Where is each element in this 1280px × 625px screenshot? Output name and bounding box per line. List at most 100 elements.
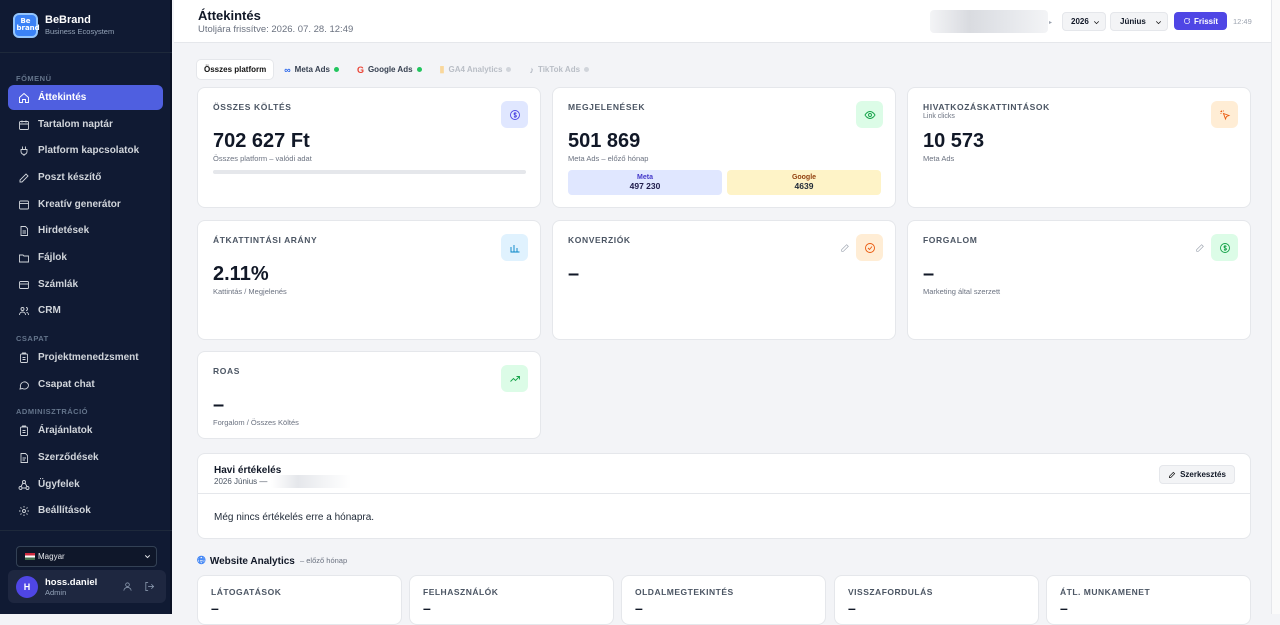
card-value: 501 869 [568,130,641,152]
spend-card: ÖSSZES KÖLTÉS 702 627 Ft Összes platform… [197,87,541,208]
chevron-down-icon [144,555,151,559]
edit-review-button[interactable]: Szerkesztés [1159,465,1235,484]
google-impressions-box: Google 4639 [727,170,881,195]
metric-card-visits: LÁTOGATÁSOK – [197,575,402,625]
sidebar-item-fajlok[interactable]: Fájlok [8,245,163,270]
tab-ga4-analytics[interactable]: ▮ GA4 Analytics [433,60,519,79]
tab-meta-ads[interactable]: ∞ Meta Ads [277,60,346,79]
sidebar-item-szerzodesek[interactable]: Szerződések [8,445,163,470]
metric-label: VISSZAFORDULÁS [848,587,933,597]
sidebar-item-projektmenedzsment[interactable]: Projektmenedzsment [8,345,163,370]
sidebar-item-csapat-chat[interactable]: Csapat chat [8,372,163,397]
card-label: MEGJELENÉSEK [568,102,646,112]
language-select[interactable]: Magyar [16,546,157,567]
metric-label: FELHASZNÁLÓK [423,587,499,597]
sidebar-item-label: Számlák [38,279,79,290]
blurred-client-name [271,475,351,488]
split-value: 4639 [794,180,814,191]
bar-chart-icon [501,234,528,261]
brand-name: BeBrand [45,14,91,26]
sidebar-item-label: Áttekintés [38,92,87,103]
website-title-text: Website Analytics [209,555,295,567]
chevron-down-icon [1155,21,1162,25]
logout-icon[interactable] [144,581,155,592]
language-value: Magyar [38,552,65,561]
metric-card-bounce: VISSZAFORDULÁS – [834,575,1039,625]
sidebar-item-ugyfelek[interactable]: Ügyfelek [8,472,163,497]
tab-all-platforms[interactable]: Összes platform [197,60,274,79]
meta-impressions-box: Meta 497 230 [568,170,722,195]
revenue-card: FORGALOM – Marketing által szerzett [907,220,1251,340]
user-role: Admin [45,587,67,597]
edit-icon[interactable] [840,243,850,253]
sidebar-item-platform-kapcsolatok[interactable]: Platform kapcsolatok [8,138,163,163]
year-value: 2026 [1071,17,1089,26]
ctr-card: ÁTKATTINTÁSI ARÁNY 2.11% Kattintás / Meg… [197,220,541,340]
chevron-down-icon [1093,21,1100,25]
website-analytics-subtitle: – előző hónap [300,556,348,565]
impressions-card: MEGJELENÉSEK 501 869 Meta Ads – előző hó… [552,87,896,208]
scrollbar[interactable] [1271,0,1280,614]
metric-card-pageviews: OLDALMEGTEKINTÉS – [621,575,826,625]
clicks-card: HIVATKOZÁSKATTINTÁSOK Link clicks 10 573… [907,87,1251,208]
plug-icon [20,146,28,156]
sidebar-item-label: Beállítások [38,505,91,516]
refresh-button[interactable]: Frissít [1174,12,1227,30]
year-select[interactable]: 2026 [1062,12,1106,31]
roas-card: ROAS – Forgalom / Összes Költés [197,351,541,439]
sidebar-item-crm[interactable]: CRM [8,298,163,323]
card-value: – [923,263,935,285]
network-icon [18,479,30,490]
monthly-review-card: Havi értékelés 2026 Június — Szerkesztés… [197,453,1251,539]
section-team: CSAPAT [16,334,49,343]
brand-logo: Be brand [13,12,40,38]
review-subtitle: 2026 Június — [214,477,268,486]
card-note: Meta Ads [923,154,955,163]
user-name: hoss.daniel [45,576,98,588]
card-note: Kattintás / Megjelenés [213,287,287,296]
tab-google-ads[interactable]: G Google Ads [350,60,429,79]
user-profile[interactable]: H hoss.daniel Admin [8,570,166,603]
metric-card-users: FELHASZNÁLÓK – [409,575,614,625]
clipboard-icon [20,352,28,363]
sidebar-item-label: Szerződések [38,452,99,463]
sidebar-item-arajanlatok[interactable]: Árajánlatok [8,418,163,443]
card-label: KONVERZIÓK [568,235,631,245]
brand-logo-text: Be brand [16,17,40,32]
sidebar-item-beallitasok[interactable]: Beállítások [8,498,163,523]
spend-progress-bar [213,170,526,174]
click-icon [1211,101,1238,128]
sidebar-item-label: Tartalom naptár [38,119,113,130]
month-value: Június [1120,17,1146,26]
google-icon: G [356,64,364,75]
review-empty-state: Még nincs értékelés erre a hónapra. [214,512,375,523]
tab-label: Meta Ads [294,65,330,74]
tab-label: GA4 Analytics [448,65,503,74]
sidebar-item-kreativ-generator[interactable]: Kreatív generátor [8,192,163,217]
tab-tiktok-ads[interactable]: ♪ TikTok Ads [522,60,596,79]
edit-icon [1169,471,1176,478]
clipboard-icon [20,425,28,436]
tiktok-icon: ♪ [529,64,534,75]
metric-label: ÁTL. MUNKAMENET [1060,587,1151,597]
sidebar-item-tartalom-naptar[interactable]: Tartalom naptár [8,112,163,137]
receipt-icon [19,280,29,289]
sidebar-item-szamlak[interactable]: Számlák [8,272,163,297]
refresh-label: Frissít [1193,16,1218,26]
brand[interactable]: Be brand BeBrand Business Ecosystem [13,11,114,39]
hungary-flag-icon [25,553,35,560]
trending-up-icon [501,365,528,392]
sidebar-item-poszt-keszito[interactable]: Poszt készítő [8,165,163,190]
website-analytics-title: 🌐︎ Website Analytics [197,554,295,568]
profile-icon[interactable] [122,581,133,592]
sidebar-item-attekintes[interactable]: Áttekintés [8,85,163,110]
conversions-card: KONVERZIÓK – [552,220,896,340]
metric-label: OLDALMEGTEKINTÉS [635,587,734,597]
month-select[interactable]: Június [1110,12,1168,31]
blurred-client-select[interactable] [930,10,1048,33]
sidebar-item-hirdetesek[interactable]: Hirdetések [8,218,163,243]
card-note: Forgalom / Összes Költés [213,418,299,427]
edit-icon[interactable] [1195,243,1205,253]
document-icon [20,452,28,463]
card-note: Összes platform – valódi adat [213,154,312,163]
